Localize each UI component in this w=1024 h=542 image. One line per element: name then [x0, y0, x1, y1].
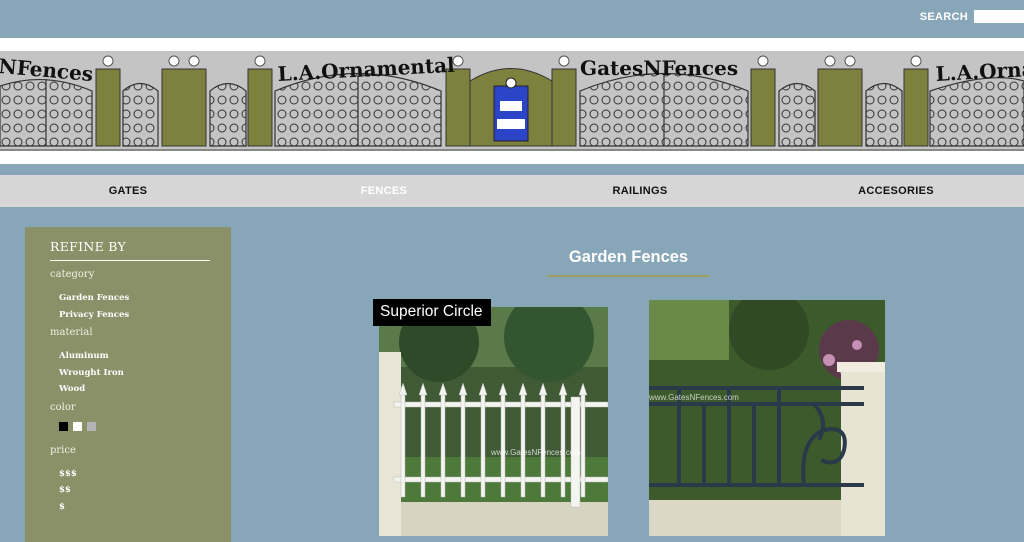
product-card-superior-circle[interactable]: www.GatesNFences.com: [379, 307, 608, 536]
refine-title: REFINE BY: [50, 239, 210, 261]
banner-image: L.A.Ornamental GatesNFences NFences L.A.…: [0, 51, 1024, 151]
nav-item-gates[interactable]: GATES: [0, 175, 256, 207]
facet-label-material: material: [50, 327, 93, 338]
filter-price-mid[interactable]: $$: [59, 482, 210, 499]
swatch-gray[interactable]: [87, 421, 96, 431]
search-label: SEARCH: [919, 10, 968, 23]
swatch-black[interactable]: [59, 421, 68, 431]
filter-wrought-iron[interactable]: Wrought Iron: [59, 365, 210, 382]
banner-text-gnf: GatesNFences: [580, 56, 738, 80]
banner-text-la-2: L.A.Orna: [935, 57, 1024, 86]
facet-label-category: category: [50, 269, 95, 280]
category-list: Garden Fences Privacy Fences: [59, 290, 210, 323]
main-nav: GATES FENCES RAILINGS ACCESORIES: [0, 175, 1024, 207]
product-caption-superior-circle[interactable]: Superior Circle: [373, 299, 491, 326]
filter-aluminum[interactable]: Aluminum: [59, 348, 210, 365]
watermark-1: www.GatesNFences.com: [490, 448, 581, 457]
filter-garden-fences[interactable]: Garden Fences: [59, 290, 210, 307]
material-list: Aluminum Wrought Iron Wood: [59, 348, 210, 398]
price-list: $$$ $$ $: [59, 466, 210, 516]
product-card-wrought-iron[interactable]: www.GatesNFences.com: [649, 300, 885, 536]
page-heading: Garden Fences: [547, 248, 710, 277]
nav-item-railings[interactable]: RAILINGS: [512, 175, 768, 207]
search-bar: SEARCH: [920, 10, 1024, 23]
facet-label-price: price: [50, 444, 76, 456]
nav-item-fences[interactable]: FENCES: [256, 175, 512, 207]
nav-item-accesories[interactable]: ACCESORIES: [768, 175, 1024, 207]
filter-privacy-fences[interactable]: Privacy Fences: [59, 307, 210, 324]
product-image-wrought-iron: www.GatesNFences.com: [649, 300, 885, 536]
refine-sidebar: REFINE BY category Garden Fences Privacy…: [25, 227, 231, 542]
search-input[interactable]: [974, 10, 1024, 23]
product-image-superior-circle: www.GatesNFences.com: [379, 307, 608, 536]
swatch-white[interactable]: [73, 421, 82, 431]
header-banner[interactable]: L.A.Ornamental GatesNFences NFences L.A.…: [0, 38, 1024, 164]
filter-price-low[interactable]: $: [59, 499, 210, 516]
filter-wood[interactable]: Wood: [59, 381, 210, 398]
filter-price-high[interactable]: $$$: [59, 466, 210, 483]
color-swatches: [59, 421, 210, 431]
watermark-2: www.GatesNFences.com: [649, 393, 739, 402]
facet-label-color: color: [50, 401, 76, 413]
